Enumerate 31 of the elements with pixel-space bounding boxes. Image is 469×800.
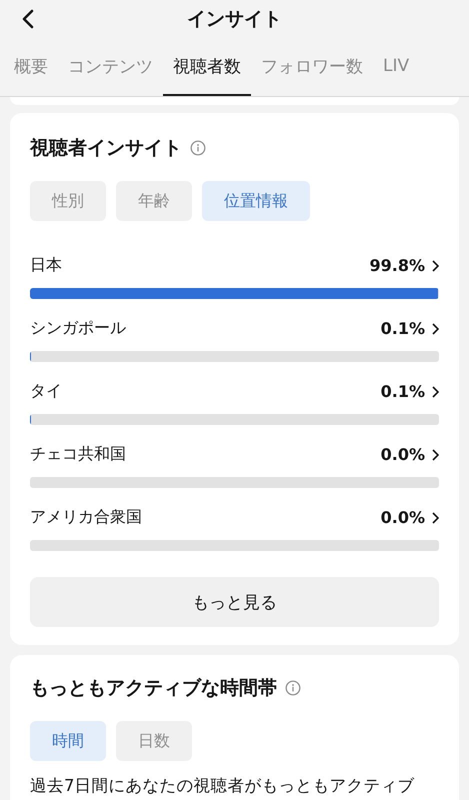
chevron-icon <box>431 386 439 398</box>
country-share[interactable]: 0.0% <box>380 508 439 527</box>
chevron-icon <box>431 448 439 460</box>
card-title: もっともアクティブな時間帯 <box>30 676 277 701</box>
country-share[interactable]: 99.8% <box>369 256 439 275</box>
description-text: 過去7日間にあなたの視聴者がもっともアクティブ <box>30 775 416 797</box>
chevron-icon <box>431 512 439 524</box>
card-title: 視聴者インサイト <box>30 136 182 161</box>
country-name: シンガポール <box>30 318 126 339</box>
country-name: 日本 <box>30 255 62 276</box>
country-share[interactable]: 0.1% <box>380 319 439 338</box>
filter-tab[interactable]: 性別 <box>30 181 106 221</box>
chevron-icon <box>431 322 439 334</box>
filter-tab[interactable]: 日数 <box>116 721 192 761</box>
tab[interactable]: 概要 <box>4 38 58 96</box>
info-icon[interactable] <box>190 140 206 156</box>
country-name: タイ <box>30 381 62 402</box>
country-share[interactable]: 0.1% <box>380 382 439 401</box>
filter-tab[interactable]: 位置情報 <box>202 181 310 221</box>
tab[interactable]: コンテンツ <box>58 38 163 96</box>
filter-tab[interactable]: 時間 <box>30 721 106 761</box>
filter-tab[interactable]: 年齢 <box>116 181 192 221</box>
country-name: チェコ共和国 <box>30 444 126 465</box>
tab[interactable]: フォロワー数 <box>251 38 373 96</box>
more-button[interactable]: もっと見る <box>30 577 439 627</box>
tab[interactable]: LIV <box>373 38 420 96</box>
country-share[interactable]: 0.0% <box>380 445 439 464</box>
country-name: アメリカ合衆国 <box>30 507 142 528</box>
info-icon[interactable] <box>285 680 301 696</box>
page-title: インサイト <box>187 7 282 32</box>
chevron-icon <box>431 260 439 272</box>
